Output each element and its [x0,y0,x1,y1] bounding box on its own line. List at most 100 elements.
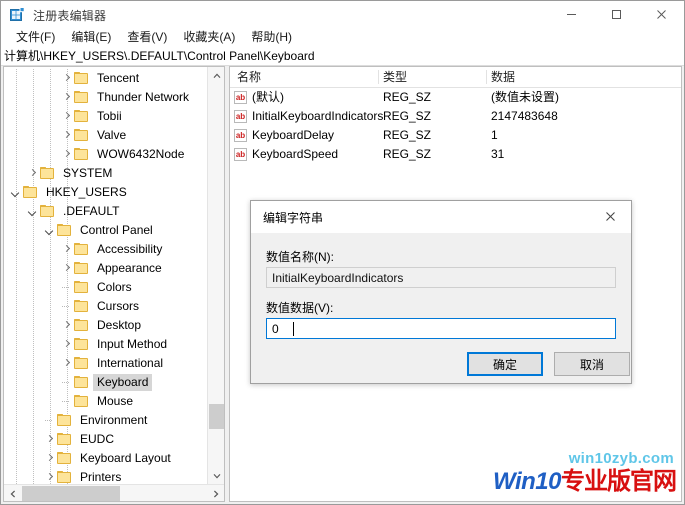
value-name-input[interactable]: InitialKeyboardIndicators [266,267,616,288]
tree-item-label: Input Method [97,337,168,351]
tree-item-accessibility[interactable]: Accessibility [4,240,204,259]
text-caret [293,322,294,336]
tree-item-wow6432node[interactable]: WOW6432Node [4,145,204,164]
chevron-right-icon[interactable] [27,164,40,183]
maximize-button[interactable] [594,1,639,28]
folder-icon [74,91,89,104]
chevron-right-icon[interactable] [61,69,74,88]
tree-item-label: EUDC [80,432,115,446]
menu-item-file[interactable]: 文件(F) [9,27,62,47]
menu-item-view[interactable]: 查看(V) [120,27,174,47]
cancel-button[interactable]: 取消 [554,352,630,376]
scroll-down-icon[interactable] [208,467,224,484]
scroll-up-icon[interactable] [208,67,224,84]
tree-item-valve[interactable]: Valve [4,126,204,145]
tree-item-label: Tobii [97,109,122,123]
tree-item-label: SYSTEM [63,166,113,180]
tree-item-colors[interactable]: Colors [4,278,204,297]
chevron-right-icon[interactable] [61,145,74,164]
tree-item-eudc[interactable]: EUDC [4,430,204,449]
tree-item-cursors[interactable]: Cursors [4,297,204,316]
tree-item-environment[interactable]: Environment [4,411,204,430]
tree-leaf-marker [44,411,57,430]
chevron-right-icon[interactable] [61,240,74,259]
scroll-right-icon[interactable] [207,485,224,501]
folder-icon [74,110,89,123]
tree-vertical-scrollbar[interactable] [207,67,224,484]
dialog-close-icon[interactable] [589,201,631,232]
close-button[interactable] [639,1,684,28]
menu-item-edit[interactable]: 编辑(E) [64,27,118,47]
chevron-right-icon[interactable] [61,88,74,107]
chevron-right-icon[interactable] [61,335,74,354]
chevron-right-icon[interactable] [61,354,74,373]
chevron-right-icon[interactable] [61,126,74,145]
minimize-button[interactable] [549,1,594,28]
tree-item-tobii[interactable]: Tobii [4,107,204,126]
registry-icon [10,7,25,22]
chevron-right-icon[interactable] [44,449,57,468]
column-header-2[interactable]: 数据 [486,69,681,87]
values-column-header[interactable]: 名称 类型 数据 [230,67,681,88]
tree-item-label: HKEY_USERS [46,185,127,199]
ok-button[interactable]: 确定 [467,352,543,376]
value-name: (默认) [252,90,284,104]
menu-bar: 文件(F) 编辑(E) 查看(V) 收藏夹(A) 帮助(H) [1,28,684,46]
folder-icon [57,414,72,427]
scroll-left-icon[interactable] [4,485,21,501]
column-divider[interactable] [378,70,379,84]
chevron-down-icon[interactable] [27,202,40,221]
tree-item-label: Colors [97,280,132,294]
value-type: REG_SZ [383,147,432,161]
value-row[interactable]: ab (默认) REG_SZ (数值未设置) [230,88,681,107]
tree-item-thunder-network[interactable]: Thunder Network [4,88,204,107]
tree-item-system[interactable]: SYSTEM [4,164,204,183]
chevron-right-icon[interactable] [61,316,74,335]
tree-item-default[interactable]: .DEFAULT [4,202,204,221]
tree-item-label: Accessibility [97,242,163,256]
tree-item-input-method[interactable]: Input Method [4,335,204,354]
value-type: REG_SZ [383,90,432,104]
dialog-body: 数值名称(N): InitialKeyboardIndicators 数值数据(… [251,233,631,383]
value-name: InitialKeyboardIndicators [252,109,384,123]
value-type: REG_SZ [383,128,432,142]
chevron-right-icon[interactable] [44,430,57,449]
tree-horizontal-scrollbar[interactable] [4,484,224,501]
tree-item-label: Valve [97,128,127,142]
tree-item-hkey-users[interactable]: HKEY_USERS [4,183,204,202]
tree-item-international[interactable]: International [4,354,204,373]
tree-item-label: Desktop [97,318,142,332]
ab-string-icon: ab [234,110,247,123]
tree-item-tencent[interactable]: Tencent [4,69,204,88]
folder-icon [57,433,72,446]
column-header-1[interactable]: 类型 [378,69,491,87]
tree-item-control-panel[interactable]: Control Panel [4,221,204,240]
folder-icon [74,129,89,142]
chevron-right-icon[interactable] [61,259,74,278]
tree-item-keyboard-layout[interactable]: Keyboard Layout [4,449,204,468]
registry-tree-pane[interactable]: Tencent Thunder Network Tobii Valve WOW6432N… [3,66,225,502]
column-divider[interactable] [486,70,487,84]
tree-item-label: Tencent [97,71,140,85]
value-row[interactable]: ab InitialKeyboardIndicators REG_SZ 2147483… [230,107,681,126]
menu-item-favorites[interactable]: 收藏夹(A) [176,27,242,47]
value-row[interactable]: ab KeyboardSpeed REG_SZ 31 [230,145,681,164]
registry-tree[interactable]: Tencent Thunder Network Tobii Valve WOW6432N… [4,69,204,501]
tree-item-mouse[interactable]: Mouse [4,392,204,411]
chevron-right-icon[interactable] [61,107,74,126]
chevron-down-icon[interactable] [44,221,57,240]
tree-item-appearance[interactable]: Appearance [4,259,204,278]
tree-scroll-thumb[interactable] [209,404,224,429]
address-bar[interactable]: 计算机\HKEY_USERS\.DEFAULT\Control Panel\Ke… [1,46,684,66]
value-row[interactable]: ab KeyboardDelay REG_SZ 1 [230,126,681,145]
menu-item-help[interactable]: 帮助(H) [244,27,299,47]
value-data-input[interactable]: 0 [266,318,616,339]
title-bar: 注册表编辑器 [1,1,684,28]
folder-icon [74,319,89,332]
tree-item-desktop[interactable]: Desktop [4,316,204,335]
tree-hscroll-thumb[interactable] [22,486,120,501]
tree-item-label: International [97,356,164,370]
tree-item-keyboard[interactable]: Keyboard [4,373,204,392]
chevron-down-icon[interactable] [10,183,23,202]
column-header-0[interactable]: 名称 [232,69,383,87]
